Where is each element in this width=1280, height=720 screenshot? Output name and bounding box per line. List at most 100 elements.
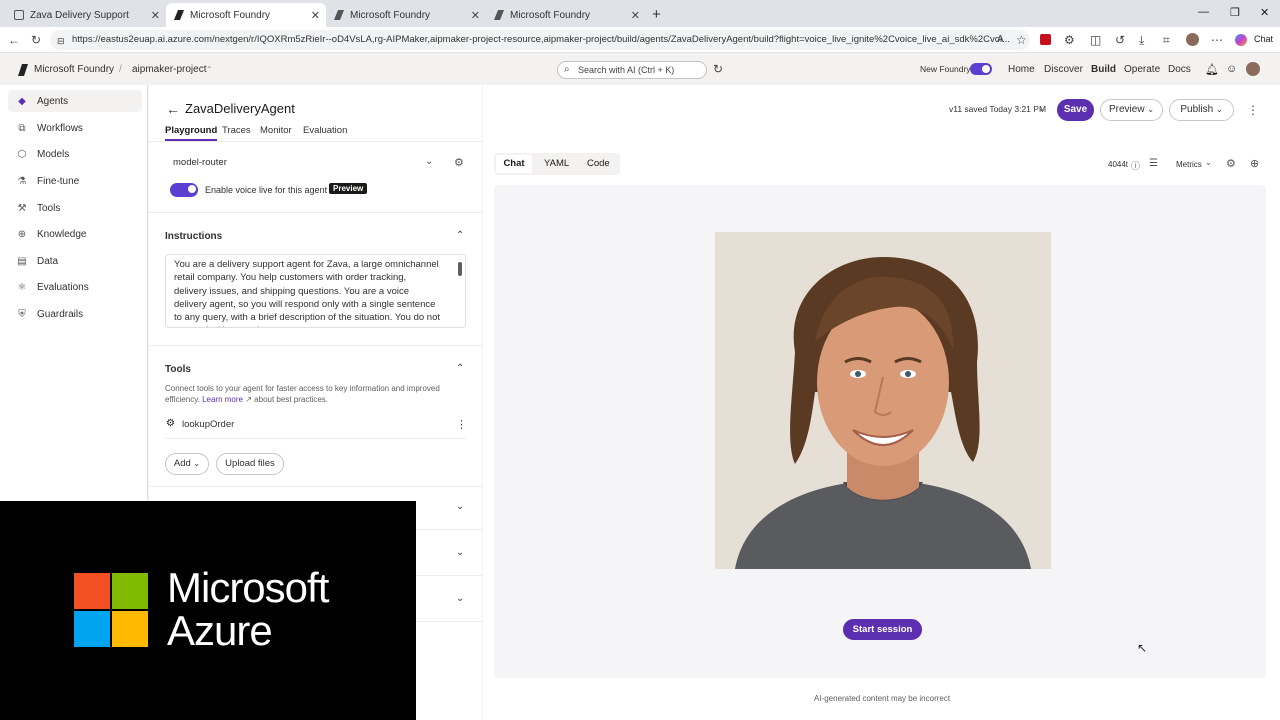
- sidebar-item-evaluations[interactable]: ⚛ Evaluations: [8, 276, 142, 298]
- sidebar-item-data[interactable]: ▤ Data: [8, 250, 142, 272]
- close-tab-icon[interactable]: ✕: [471, 9, 480, 22]
- tab-title: Microsoft Foundry: [510, 9, 591, 21]
- new-foundry-toggle[interactable]: [970, 63, 992, 75]
- browser-tab-1[interactable]: Zava Delivery Support ✕: [6, 3, 166, 27]
- tool-item-lookuporder[interactable]: lookupOrder: [182, 419, 234, 430]
- chevron-down-icon[interactable]: ⌄: [456, 593, 464, 604]
- profile-avatar-icon[interactable]: [1186, 33, 1199, 46]
- scrollbar-thumb[interactable]: [458, 262, 462, 276]
- close-tab-icon[interactable]: ✕: [631, 9, 640, 22]
- model-settings-icon[interactable]: ⚙: [454, 156, 464, 169]
- sidebar-item-tools[interactable]: ⚒ Tools: [8, 197, 142, 219]
- extensions-icon[interactable]: ⚙: [1064, 33, 1075, 47]
- address-bar-row: ← ↻ https://eastus2euap.ai.azure.com/nex…: [0, 27, 1280, 53]
- upload-files-button[interactable]: Upload files: [216, 453, 284, 475]
- sidebar-item-agents[interactable]: ◆ Agents: [8, 90, 142, 112]
- tab-chat[interactable]: Chat: [496, 155, 532, 173]
- nav-home[interactable]: Home: [1008, 54, 1035, 85]
- more-options-icon[interactable]: ⋮: [1247, 103, 1259, 117]
- site-info-icon[interactable]: ⊟: [57, 34, 65, 48]
- tab-code[interactable]: Code: [587, 158, 610, 169]
- chevron-down-icon[interactable]: ⌄: [456, 547, 464, 558]
- add-button[interactable]: Add ⌄: [165, 453, 209, 475]
- sidebar-item-workflows[interactable]: ⧉ Workflows: [8, 117, 142, 139]
- chevron-down-icon[interactable]: ⌄: [1038, 104, 1045, 113]
- tools-title[interactable]: Tools: [165, 364, 191, 375]
- publish-button[interactable]: Publish ⌄: [1169, 99, 1234, 121]
- learn-more-link[interactable]: Learn more: [202, 395, 243, 404]
- chevron-down-icon[interactable]: ⌄: [425, 156, 433, 167]
- model-selector[interactable]: model-router: [165, 153, 441, 173]
- close-window-icon[interactable]: ✕: [1260, 6, 1269, 19]
- user-avatar[interactable]: [1246, 62, 1260, 76]
- voice-live-toggle[interactable]: [170, 183, 198, 197]
- model-name: model-router: [173, 157, 227, 168]
- instructions-title[interactable]: Instructions: [165, 231, 222, 242]
- divider: [416, 575, 482, 576]
- back-icon[interactable]: ←: [8, 33, 20, 47]
- tab-playground[interactable]: Playground: [165, 125, 218, 141]
- browser-tab-2[interactable]: Microsoft Foundry ✕: [166, 3, 326, 27]
- browser-tab-4[interactable]: Microsoft Foundry ✕: [486, 3, 646, 27]
- download-icon[interactable]: ⤓: [1139, 33, 1144, 47]
- notifications-icon[interactable]: 🔔︎: [1205, 63, 1219, 76]
- tab-evaluation[interactable]: Evaluation: [303, 125, 347, 136]
- project-chevron-icon[interactable]: ⌃: [206, 54, 213, 85]
- start-session-button[interactable]: Start session: [843, 619, 922, 640]
- new-tab-icon[interactable]: +: [652, 6, 661, 23]
- tab-monitor[interactable]: Monitor: [260, 125, 292, 136]
- settings-icon[interactable]: ⚙: [1226, 157, 1236, 170]
- nav-build[interactable]: Build: [1091, 54, 1116, 85]
- save-button[interactable]: Save: [1057, 99, 1094, 121]
- screenshot-icon[interactable]: ⌗: [1163, 33, 1170, 47]
- copilot-icon[interactable]: [1235, 34, 1247, 46]
- chevron-up-icon[interactable]: ⌃: [456, 230, 464, 241]
- chevron-up-icon[interactable]: ⌃: [456, 363, 464, 374]
- list-icon[interactable]: ☰: [1149, 158, 1158, 169]
- nav-docs[interactable]: Docs: [1168, 54, 1191, 85]
- search-input[interactable]: Search with AI (Ctrl + K): [557, 61, 707, 79]
- version-status[interactable]: v11 saved Today 3:21 PM: [949, 104, 1046, 114]
- extension-icon[interactable]: [1040, 34, 1051, 45]
- foundry-favicon-icon: [494, 10, 504, 20]
- token-count: 4044t: [1108, 160, 1129, 169]
- new-chat-icon[interactable]: ⊕: [1250, 157, 1259, 170]
- copilot-chat-label[interactable]: Chat: [1254, 34, 1273, 44]
- back-arrow-icon[interactable]: ←: [166, 101, 180, 117]
- preview-button[interactable]: Preview ⌄: [1100, 99, 1163, 121]
- fine-tune-icon: ⚗: [17, 175, 27, 187]
- nav-operate[interactable]: Operate: [1124, 54, 1160, 85]
- chevron-down-icon[interactable]: ⌄: [1205, 158, 1212, 167]
- sidebar-item-fine-tune[interactable]: ⚗ Fine-tune: [8, 170, 142, 192]
- divider: [165, 438, 466, 439]
- restore-icon[interactable]: ❐: [1230, 6, 1240, 19]
- tab-yaml[interactable]: YAML: [544, 158, 569, 169]
- brand-name[interactable]: Microsoft Foundry: [34, 54, 114, 85]
- url-field[interactable]: https://eastus2euap.ai.azure.com/nextgen…: [50, 30, 1030, 50]
- feedback-icon[interactable]: ☺: [1226, 63, 1237, 75]
- sidebar-item-models[interactable]: ⬡ Models: [8, 143, 142, 165]
- metrics-dropdown[interactable]: Metrics: [1176, 160, 1202, 169]
- close-tab-icon[interactable]: ✕: [151, 9, 160, 22]
- sidebar-item-guardrails[interactable]: ⛨ Guardrails: [8, 303, 142, 325]
- split-screen-icon[interactable]: ◫: [1090, 33, 1101, 47]
- nav-discover[interactable]: Discover: [1044, 54, 1083, 85]
- project-selector[interactable]: aipmaker-project: [132, 54, 206, 85]
- close-tab-icon[interactable]: ✕: [311, 9, 320, 22]
- chevron-down-icon[interactable]: ⌄: [456, 501, 464, 512]
- refresh-icon[interactable]: ↻: [31, 33, 41, 47]
- tab-traces[interactable]: Traces: [222, 125, 251, 136]
- refresh-app-icon[interactable]: ↻: [713, 62, 723, 76]
- favorite-icon[interactable]: ☆: [1016, 33, 1027, 47]
- sidebar-item-knowledge[interactable]: ⊕ Knowledge: [8, 223, 142, 245]
- more-icon[interactable]: ⋯: [1211, 33, 1223, 47]
- history-icon[interactable]: ↺: [1115, 33, 1125, 47]
- logo-square-red: [74, 573, 110, 609]
- tool-more-icon[interactable]: ⋮: [456, 418, 467, 431]
- info-icon[interactable]: ⓘ: [1131, 159, 1140, 172]
- read-aloud-icon[interactable]: A: [997, 33, 1004, 47]
- logo-square-yellow: [112, 611, 148, 647]
- browser-tab-3[interactable]: Microsoft Foundry ✕: [326, 3, 486, 27]
- instructions-textarea[interactable]: You are a delivery support agent for Zav…: [165, 254, 466, 328]
- minimize-icon[interactable]: —: [1198, 6, 1209, 18]
